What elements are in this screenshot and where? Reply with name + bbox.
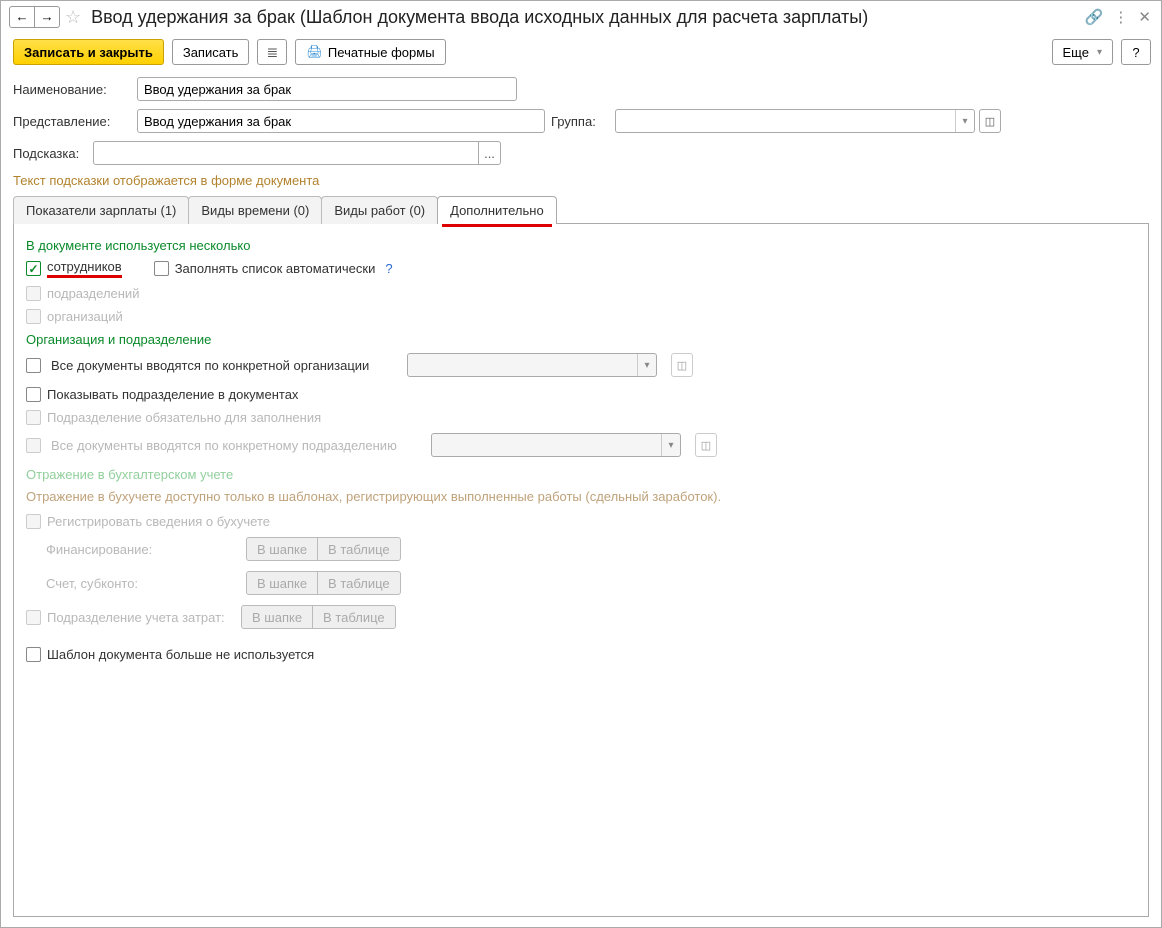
departments-checkbox [26, 286, 41, 301]
hint-note: Текст подсказки отображается в форме док… [13, 173, 1149, 188]
by-dept-select: ▾ [431, 433, 681, 457]
autofill-checkbox[interactable] [154, 261, 169, 276]
autofill-help-icon[interactable]: ? [385, 261, 392, 276]
hint-label: Подсказка: [13, 146, 93, 161]
not-used-checkbox[interactable] [26, 647, 41, 662]
printer-icon: 🖨 [306, 44, 323, 60]
tab-additional-body: В документе используется несколько сотру… [13, 223, 1149, 917]
list-icon: ≣ [267, 45, 279, 59]
show-dept-checkbox[interactable] [26, 387, 41, 402]
chevron-down-icon: ▾ [638, 360, 656, 371]
by-org-input [408, 354, 637, 376]
cost-dept-in-table-button: В таблице [312, 605, 396, 629]
account-in-table-button: В таблице [317, 571, 401, 595]
register-acc-checkbox [26, 514, 41, 529]
by-dept-checkbox [26, 438, 41, 453]
financing-in-table-button: В таблице [317, 537, 401, 561]
chevron-down-icon: ▾ [662, 440, 680, 451]
multi-section-title: В документе используется несколько [26, 238, 1136, 253]
print-forms-label: Печатные формы [328, 45, 435, 60]
chevron-down-icon[interactable]: ▾ [956, 116, 974, 127]
cost-dept-in-header-button: В шапке [241, 605, 313, 629]
hint-ellipsis-button[interactable]: ... [479, 141, 501, 165]
employees-checkbox[interactable] [26, 261, 41, 276]
nav-back-button[interactable]: ← [9, 6, 35, 28]
representation-label: Представление: [13, 114, 137, 129]
org-section-title: Организация и подразделение [26, 332, 1136, 347]
kebab-menu-icon[interactable]: ⋮ [1113, 8, 1128, 26]
register-acc-label: Регистрировать сведения о бухучете [47, 514, 270, 529]
autofill-label: Заполнять список автоматически [175, 261, 376, 276]
by-dept-input [432, 434, 661, 456]
save-and-close-button[interactable]: Записать и закрыть [13, 39, 164, 65]
dept-required-label: Подразделение обязательно для заполнения [47, 410, 321, 425]
group-open-button[interactable]: ◫ [979, 109, 1001, 133]
show-dept-label: Показывать подразделение в документах [47, 387, 298, 402]
tab-time-types[interactable]: Виды времени (0) [188, 196, 322, 224]
financing-in-header-button: В шапке [246, 537, 318, 561]
accounting-section-title: Отражение в бухгалтерском учете [26, 467, 1136, 482]
tab-salary-indicators[interactable]: Показатели зарплаты (1) [13, 196, 189, 224]
close-window-icon[interactable]: ✕ [1138, 8, 1151, 26]
accounting-note: Отражение в бухучете доступно только в ш… [26, 488, 1136, 506]
window-title: Ввод удержания за брак (Шаблон документа… [91, 7, 1085, 28]
by-org-select: ▾ [407, 353, 657, 377]
save-button[interactable]: Записать [172, 39, 250, 65]
dept-required-checkbox [26, 410, 41, 425]
help-button[interactable]: ? [1121, 39, 1151, 65]
by-dept-open-button: ◫ [695, 433, 717, 457]
by-org-checkbox[interactable] [26, 358, 41, 373]
orgs-checkbox [26, 309, 41, 324]
by-org-open-button: ◫ [671, 353, 693, 377]
employees-label: сотрудников [47, 259, 122, 278]
group-select[interactable]: ▾ [615, 109, 975, 133]
by-org-label: Все документы вводятся по конкретной орг… [51, 358, 397, 373]
favorite-star-icon[interactable]: ☆ [65, 7, 81, 28]
group-label: Группа: [551, 114, 615, 129]
more-button[interactable]: Еще [1052, 39, 1113, 65]
by-dept-label: Все документы вводятся по конкретному по… [51, 438, 421, 453]
nav-forward-button[interactable]: → [34, 6, 60, 28]
tab-additional[interactable]: Дополнительно [437, 196, 557, 224]
orgs-label: организаций [47, 309, 123, 324]
name-input[interactable] [137, 77, 517, 101]
tab-work-types[interactable]: Виды работ (0) [321, 196, 438, 224]
list-form-button[interactable]: ≣ [257, 39, 287, 65]
cost-dept-label: Подразделение учета затрат: [47, 610, 241, 625]
name-label: Наименование: [13, 82, 137, 97]
print-forms-button[interactable]: 🖨 Печатные формы [295, 39, 445, 65]
representation-input[interactable] [137, 109, 545, 133]
link-icon[interactable]: 🔗 [1085, 8, 1104, 26]
account-in-header-button: В шапке [246, 571, 318, 595]
not-used-label: Шаблон документа больше не используется [47, 647, 314, 662]
departments-label: подразделений [47, 286, 139, 301]
group-input[interactable] [616, 110, 955, 132]
account-label: Счет, субконто: [46, 576, 246, 591]
hint-input[interactable] [93, 141, 479, 165]
cost-dept-checkbox [26, 610, 41, 625]
financing-label: Финансирование: [46, 542, 246, 557]
